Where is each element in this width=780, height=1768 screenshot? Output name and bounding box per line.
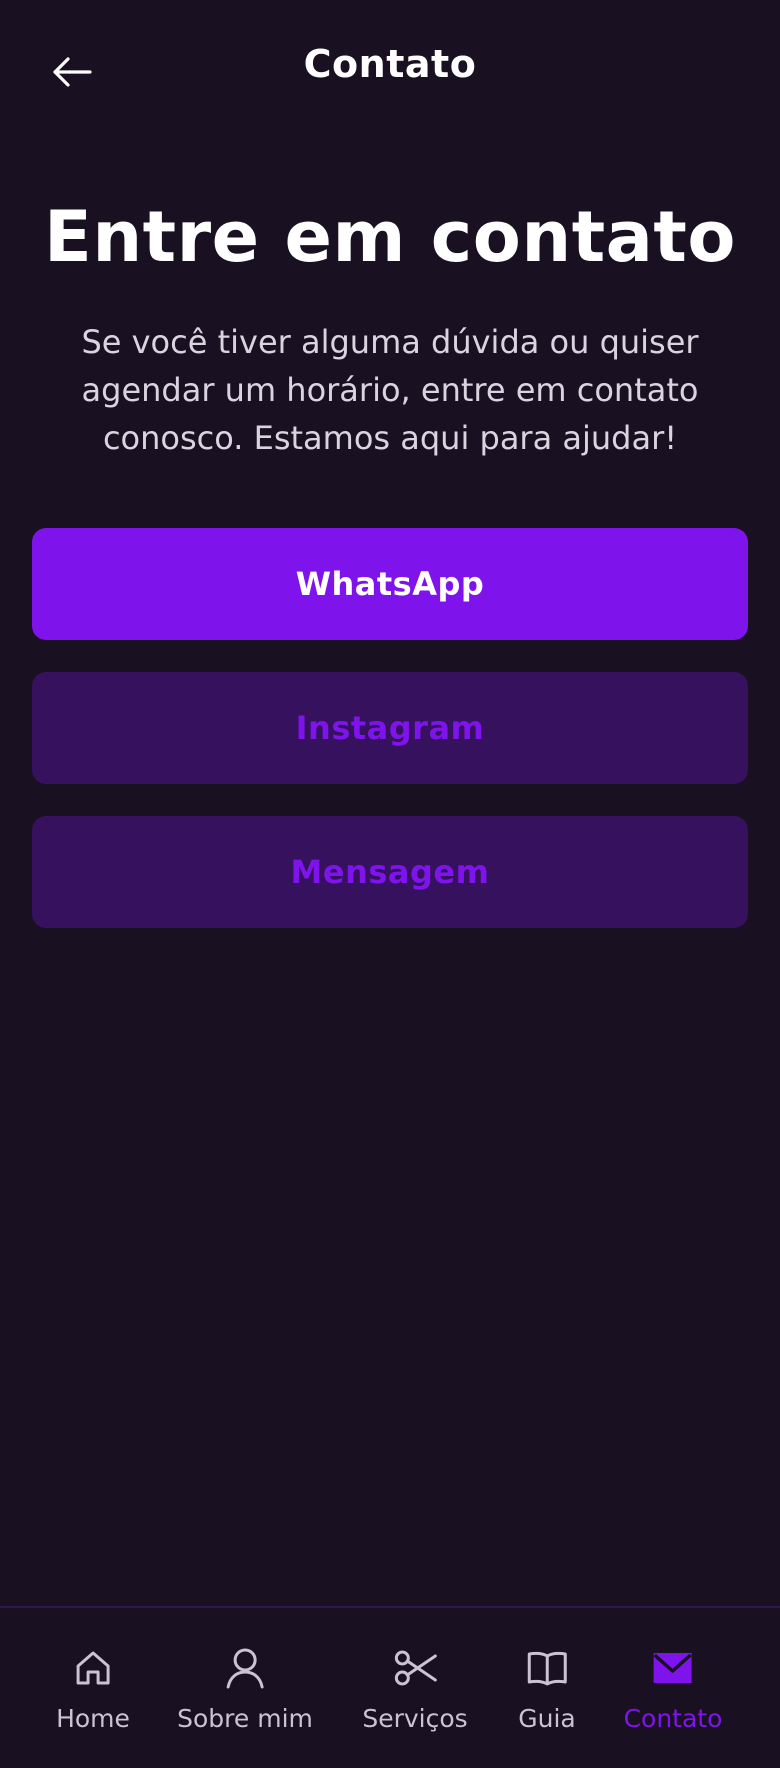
message-button-label: Mensagem — [290, 853, 490, 891]
nav-item-about[interactable]: Sobre mim — [177, 1646, 313, 1733]
nav-item-contact[interactable]: Contato — [623, 1646, 723, 1733]
bottom-nav: Home Sobre mim Serviços Guia Contato — [0, 1606, 780, 1768]
scissors-icon — [393, 1646, 437, 1690]
nav-item-home[interactable]: Home — [56, 1646, 130, 1733]
whatsapp-button-label: WhatsApp — [295, 565, 485, 603]
instagram-button-label: Instagram — [295, 709, 485, 747]
nav-label: Guia — [518, 1704, 576, 1733]
user-icon — [223, 1646, 267, 1690]
instagram-button[interactable]: Instagram — [32, 672, 748, 784]
nav-label: Home — [56, 1704, 130, 1733]
header: Contato — [0, 0, 780, 140]
message-button[interactable]: Mensagem — [32, 816, 748, 928]
home-icon — [71, 1646, 115, 1690]
book-icon — [525, 1646, 569, 1690]
page-title: Contato — [303, 42, 477, 86]
contact-screen: Contato Entre em contato Se você tiver a… — [0, 0, 780, 1768]
section-title: Entre em contato — [44, 196, 736, 278]
nav-item-guide[interactable]: Guia — [518, 1646, 576, 1733]
nav-label: Sobre mim — [177, 1704, 313, 1733]
section-description: Se você tiver alguma dúvida ou quiser ag… — [81, 323, 699, 457]
nav-item-services[interactable]: Serviços — [362, 1646, 468, 1733]
whatsapp-button[interactable]: WhatsApp — [32, 528, 748, 640]
mail-icon — [651, 1646, 695, 1690]
nav-label: Contato — [623, 1704, 723, 1733]
nav-label: Serviços — [362, 1704, 468, 1733]
